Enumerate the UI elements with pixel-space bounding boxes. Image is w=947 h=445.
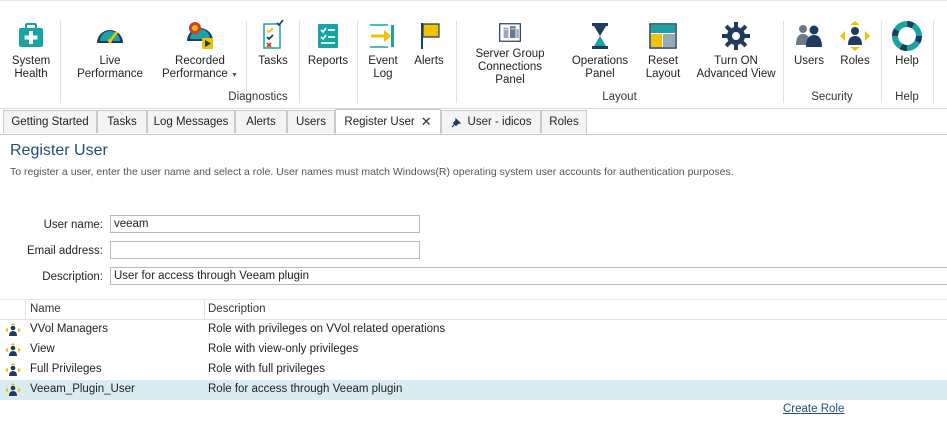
- recorded-performance-button[interactable]: Recorded Performance ▼: [160, 19, 240, 87]
- advanced-view-label: Turn ON Advanced View: [696, 55, 776, 80]
- column-header-description[interactable]: Description: [208, 303, 266, 315]
- reports-icon: [318, 24, 338, 48]
- tab-log-messages[interactable]: Log Messages: [147, 110, 235, 133]
- reset-layout-button[interactable]: Reset Layout: [640, 19, 686, 87]
- tab-user-idicos[interactable]: User - idicos: [441, 110, 541, 133]
- system-health-icon: [19, 23, 43, 47]
- system-health-button[interactable]: System Health: [8, 19, 54, 87]
- role-icon: [5, 363, 21, 376]
- description-label: Description:: [42, 271, 103, 283]
- tab-label: Getting Started: [11, 116, 89, 128]
- role-name: Full Privileges: [30, 363, 102, 375]
- dropdown-arrow-icon: ▼: [231, 72, 238, 79]
- document-tabs: Getting Started Tasks Log Messages Alert…: [0, 109, 947, 135]
- tab-register-user[interactable]: Register User ✕: [335, 109, 441, 134]
- group-label-security: Security: [811, 91, 853, 103]
- role-name: Veeam_Plugin_User: [30, 383, 135, 395]
- tab-alerts[interactable]: Alerts: [235, 110, 287, 133]
- group-label-layout: Layout: [602, 91, 637, 103]
- help-button[interactable]: Help: [887, 19, 927, 87]
- lifebuoy-icon: [892, 21, 922, 51]
- ribbon-toolbar: System Health Live Performance Recorded …: [0, 0, 947, 109]
- advanced-view-button[interactable]: Turn ON Advanced View: [694, 19, 778, 87]
- server-group-connections-button[interactable]: Server Group Connections Panel: [462, 19, 558, 87]
- event-log-label: Event Log: [368, 55, 398, 80]
- role-description: Role with privileges on VVol related ope…: [208, 323, 446, 335]
- roles-list-header: Name Description: [0, 299, 947, 320]
- email-address-input[interactable]: [110, 241, 420, 259]
- users-icon: [796, 25, 822, 47]
- gear-icon: [722, 22, 750, 50]
- alerts-button[interactable]: Alerts: [409, 19, 449, 87]
- column-separator: [204, 300, 205, 319]
- role-row-view[interactable]: View Role with view-only privileges: [0, 340, 947, 360]
- operations-panel-button[interactable]: Operations Panel: [569, 19, 631, 87]
- recorded-performance-icon: [187, 22, 213, 49]
- reports-button[interactable]: Reports: [305, 19, 351, 87]
- tab-getting-started[interactable]: Getting Started: [3, 110, 97, 133]
- tab-label: Tasks: [107, 116, 137, 128]
- live-performance-button[interactable]: Live Performance: [65, 19, 155, 87]
- tab-label: Register User: [344, 116, 415, 128]
- speedometer-icon: [97, 30, 123, 43]
- roles-icon: [840, 21, 870, 51]
- description-input[interactable]: [110, 267, 947, 285]
- close-icon[interactable]: ✕: [421, 114, 432, 130]
- system-health-label: System Health: [11, 55, 51, 80]
- server-group-connections-label: Server Group Connections Panel: [475, 48, 545, 86]
- column-header-name[interactable]: Name: [30, 303, 61, 315]
- page-description: To register a user, enter the user name …: [10, 166, 734, 178]
- group-label-diagnostics: Diagnostics: [228, 91, 288, 103]
- tasks-icon: [263, 19, 284, 49]
- role-row-vvol-managers[interactable]: VVol Managers Role with privileges on VV…: [0, 320, 947, 340]
- reset-layout-icon: [649, 23, 677, 49]
- users-label: Users: [793, 55, 825, 67]
- tasks-button[interactable]: Tasks: [253, 19, 293, 87]
- tab-label: Alerts: [246, 116, 276, 128]
- email-address-label: Email address:: [26, 245, 103, 257]
- reset-layout-label: Reset Layout: [645, 55, 681, 80]
- tasks-label: Tasks: [258, 55, 288, 67]
- live-performance-label: Live Performance: [77, 55, 143, 80]
- user-name-input[interactable]: [110, 215, 420, 233]
- tab-users[interactable]: Users: [287, 110, 335, 133]
- tab-label: User - idicos: [467, 116, 532, 128]
- help-label: Help: [895, 55, 919, 67]
- recorded-performance-label: Recorded Performance ▼: [162, 55, 238, 80]
- users-button[interactable]: Users: [789, 19, 829, 87]
- tab-label: Users: [295, 116, 327, 128]
- group-label-help: Help: [895, 91, 919, 103]
- tab-label: Log Messages: [153, 116, 229, 128]
- page-title: Register User: [10, 142, 108, 159]
- hourglass-icon: [592, 23, 608, 49]
- server-group-icon: [499, 23, 521, 42]
- role-description: Role for access through Veeam plugin: [208, 383, 403, 395]
- tab-label: Roles: [549, 116, 579, 128]
- role-icon: [5, 383, 21, 396]
- pin-icon[interactable]: [451, 117, 462, 128]
- role-name: View: [30, 343, 55, 355]
- alerts-label: Alerts: [414, 55, 444, 67]
- tab-roles[interactable]: Roles: [541, 110, 587, 133]
- role-description: Role with view-only privileges: [208, 343, 359, 355]
- reports-label: Reports: [307, 55, 349, 67]
- operations-panel-label: Operations Panel: [571, 55, 629, 80]
- role-description: Role with full privileges: [208, 363, 325, 375]
- column-separator: [25, 300, 26, 319]
- role-icon: [5, 343, 21, 356]
- roles-button[interactable]: Roles: [835, 19, 875, 87]
- tab-tasks[interactable]: Tasks: [97, 110, 147, 133]
- event-log-icon: [370, 24, 394, 48]
- ribbon-separator: [933, 21, 934, 103]
- role-row-full-privileges[interactable]: Full Privileges Role with full privilege…: [0, 360, 947, 380]
- role-row-veeam-plugin-user[interactable]: Veeam_Plugin_User Role for access throug…: [0, 380, 947, 400]
- role-name: VVol Managers: [30, 323, 108, 335]
- create-role-link[interactable]: Create Role: [783, 403, 844, 415]
- roles-label: Roles: [840, 55, 870, 67]
- user-name-label: User name:: [43, 219, 103, 231]
- flag-icon: [421, 23, 440, 49]
- event-log-button[interactable]: Event Log: [364, 19, 402, 87]
- role-icon: [5, 323, 21, 336]
